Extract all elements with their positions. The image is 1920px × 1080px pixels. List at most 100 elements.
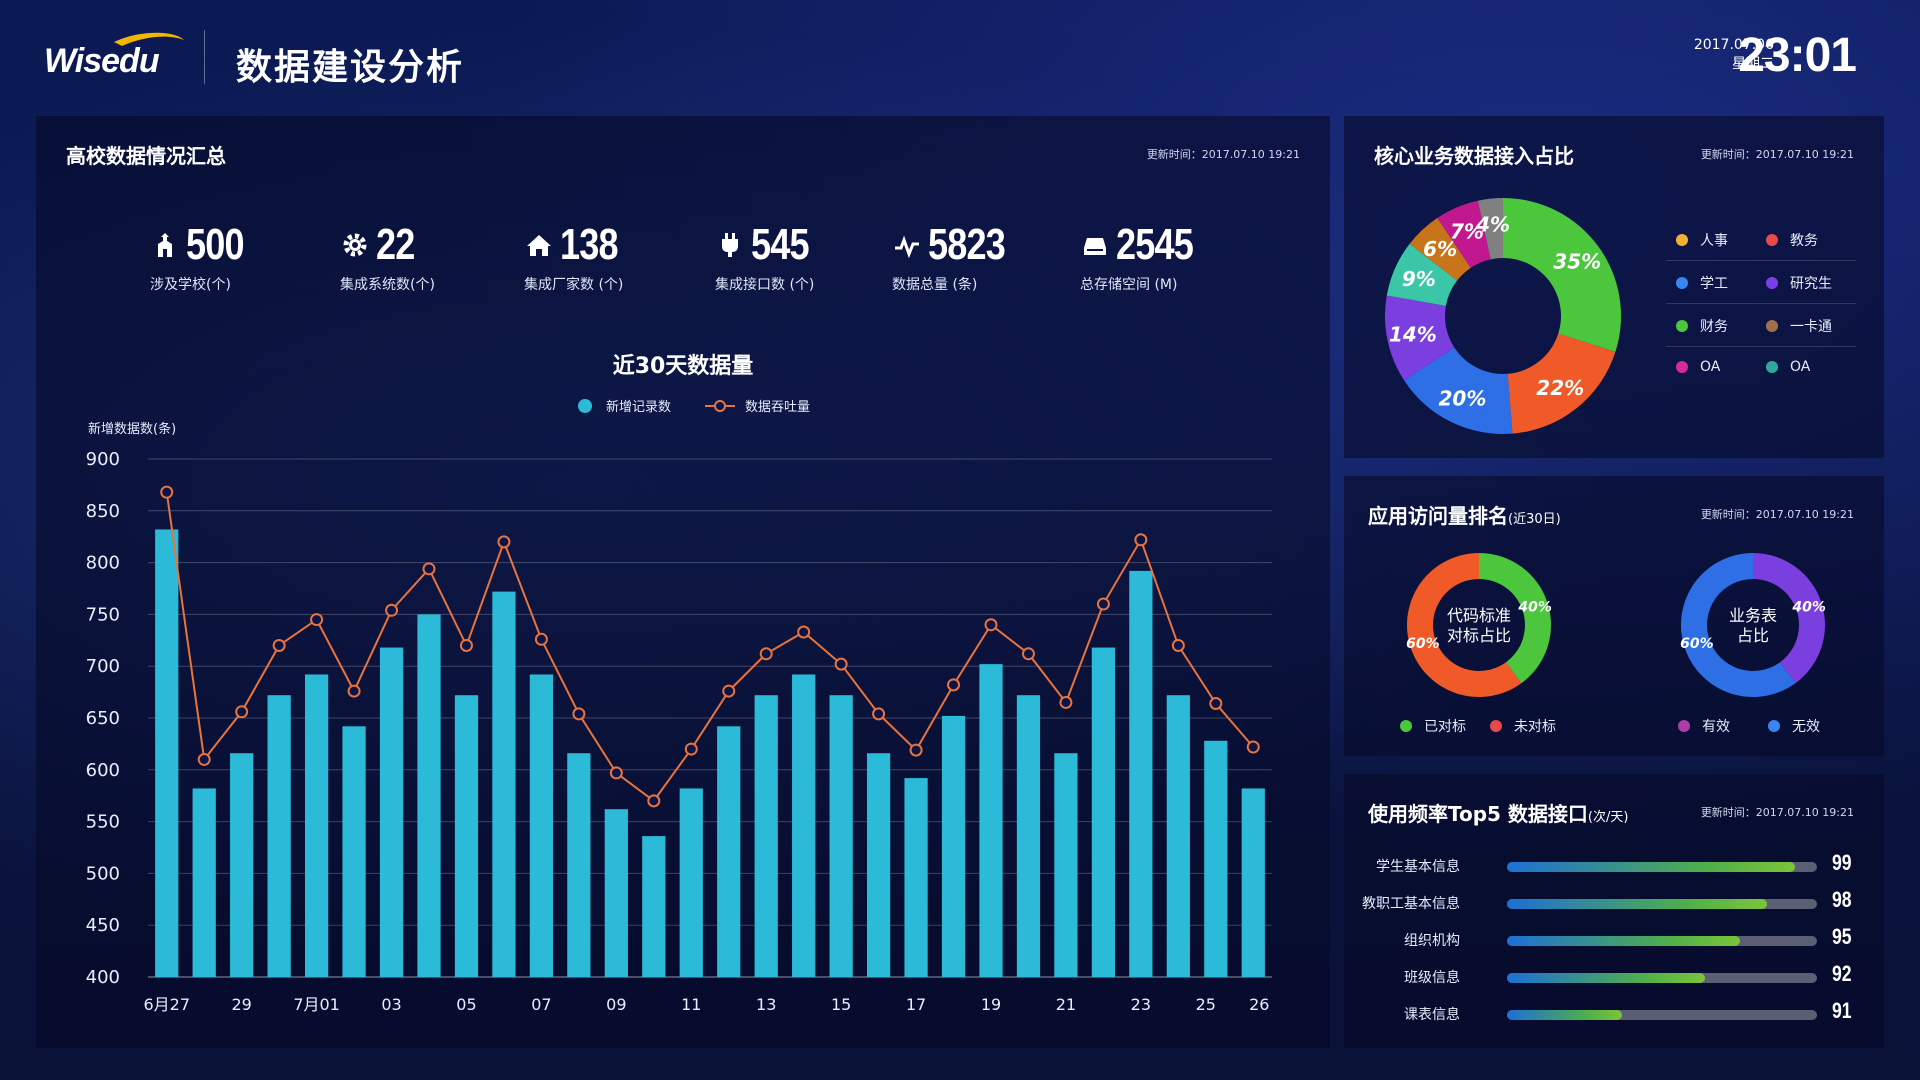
line-point xyxy=(310,613,324,627)
top5-title-main: 使用频率Top5 数据接口 xyxy=(1368,802,1588,826)
line-point xyxy=(497,535,511,549)
bar-line-chart: 900 850 800 750 700 650 600 550 500 450 400 6月27 29 7… xyxy=(86,449,1272,1014)
line-point xyxy=(272,638,286,652)
donut-slice-label: 20% xyxy=(1439,387,1487,411)
legend-label: 未对标 xyxy=(1514,719,1556,735)
y-tick-label: 450 xyxy=(86,915,120,936)
line-point xyxy=(235,705,249,719)
access-rank-update: 更新时间：2017.07.10 19:21 xyxy=(1700,508,1854,521)
legend-label: 无效 xyxy=(1792,719,1820,735)
legend-item-1[interactable]: 教务 xyxy=(1766,230,1818,250)
y-tick-label: 550 xyxy=(86,812,120,833)
bar xyxy=(979,664,1003,977)
legend-item-3[interactable]: 研究生 xyxy=(1766,273,1832,293)
line-point xyxy=(947,678,961,692)
legend-dot xyxy=(1766,320,1778,332)
bar xyxy=(230,753,254,977)
bar xyxy=(904,778,928,977)
line-point xyxy=(722,684,736,698)
line-point xyxy=(1096,597,1110,611)
core-business-title: 核心业务数据接入占比 xyxy=(1374,144,1574,168)
legend-dot xyxy=(1766,277,1778,289)
y-tick-label: 800 xyxy=(86,553,120,574)
line-point xyxy=(872,707,886,721)
donut-center-line2: 对标占比 xyxy=(1447,626,1511,645)
donut-slice-label: 60% xyxy=(1406,636,1440,652)
legend-label: 财务 xyxy=(1700,319,1728,335)
legend-dot xyxy=(1766,234,1778,246)
top5-row-1: 教职工基本信息 98 xyxy=(1352,887,1852,923)
bar xyxy=(754,695,778,977)
x-tick-label: 7月01 xyxy=(293,995,340,1014)
line-point xyxy=(1059,695,1073,709)
top5-list: 学生基本信息 99 教职工基本信息 98 组织机构 95 班级信息 92 课表信息 91 xyxy=(1352,850,1872,1036)
top5-label: 学生基本信息 xyxy=(1376,859,1460,875)
line-point xyxy=(684,742,698,756)
line-point xyxy=(160,485,174,499)
donut-legend-item-3[interactable]: 无效 xyxy=(1768,716,1820,736)
access-rank-legend: 已对标 未对标 有效 无效 xyxy=(1400,716,1860,736)
y-tick-label: 900 xyxy=(86,449,120,470)
bar xyxy=(567,753,591,977)
top5-row-0: 学生基本信息 99 xyxy=(1352,850,1852,886)
code-standard-donut: 40% 60% 代码标准对标占比 xyxy=(1406,553,1552,697)
legend-dot xyxy=(1490,720,1502,732)
legend-divider xyxy=(1666,260,1856,261)
x-tick-label: 09 xyxy=(606,995,626,1014)
access-rank-title-main: 应用访问量排名 xyxy=(1368,504,1508,528)
top5-title: 使用频率Top5 数据接口(次/天) xyxy=(1368,798,1628,827)
bar xyxy=(1241,788,1265,977)
line-point xyxy=(1171,638,1185,652)
line-point xyxy=(1134,533,1148,547)
top5-update: 更新时间：2017.07.10 19:21 xyxy=(1700,806,1854,819)
legend-item-2[interactable]: 学工 xyxy=(1676,273,1728,293)
y-tick-label: 500 xyxy=(86,863,120,884)
line-point xyxy=(459,638,473,652)
bar xyxy=(1204,740,1228,977)
donut-slice-label: 4% xyxy=(1475,213,1510,237)
top5-fill xyxy=(1507,936,1740,946)
bar xyxy=(829,695,853,977)
bar xyxy=(492,591,516,977)
legend-label: OA xyxy=(1790,359,1811,375)
y-tick-label: 650 xyxy=(86,708,120,729)
donut-slice-label: 35% xyxy=(1553,250,1601,274)
x-tick-label: 23 xyxy=(1131,995,1151,1014)
donut-legend-item-0[interactable]: 已对标 xyxy=(1400,716,1466,736)
legend-item-4[interactable]: 财务 xyxy=(1676,316,1728,336)
top5-track xyxy=(1507,936,1817,946)
top5-track xyxy=(1507,899,1817,909)
legend-item-0[interactable]: 人事 xyxy=(1676,230,1728,250)
donut-slice-label: 22% xyxy=(1536,376,1584,400)
top5-row-3: 班级信息 92 xyxy=(1352,961,1852,997)
bar xyxy=(454,695,479,977)
line-point xyxy=(609,766,623,780)
line-point xyxy=(759,647,773,661)
line-point xyxy=(347,684,361,698)
donut-legend-item-2[interactable]: 有效 xyxy=(1678,716,1730,736)
legend-item-6[interactable]: OA xyxy=(1676,359,1720,375)
top5-label: 教职工基本信息 xyxy=(1362,896,1460,912)
donut-slice xyxy=(1503,198,1621,352)
legend-dot xyxy=(1768,720,1780,732)
donut-slice-label: 9% xyxy=(1402,267,1436,291)
x-tick-label: 05 xyxy=(456,995,476,1014)
donut-legend-item-1[interactable]: 未对标 xyxy=(1490,716,1556,736)
bar xyxy=(417,614,441,977)
bar xyxy=(679,788,703,977)
legend-item-5[interactable]: 一卡通 xyxy=(1766,316,1832,336)
legend-label: 研究生 xyxy=(1790,276,1832,292)
donut-slice-label: 40% xyxy=(1517,600,1552,616)
legend-label: 人事 xyxy=(1700,233,1728,249)
legend-divider xyxy=(1666,303,1856,304)
line-point xyxy=(572,707,586,721)
line-point xyxy=(1209,696,1223,710)
y-tick-label: 400 xyxy=(86,967,120,988)
legend-dot xyxy=(1678,720,1690,732)
line-point xyxy=(1246,740,1260,754)
x-tick-label: 6月27 xyxy=(143,995,190,1014)
legend-label: OA xyxy=(1700,359,1721,375)
legend-item-7[interactable]: OA xyxy=(1766,359,1810,375)
x-tick-label: 07 xyxy=(531,995,551,1014)
bar xyxy=(192,788,216,977)
